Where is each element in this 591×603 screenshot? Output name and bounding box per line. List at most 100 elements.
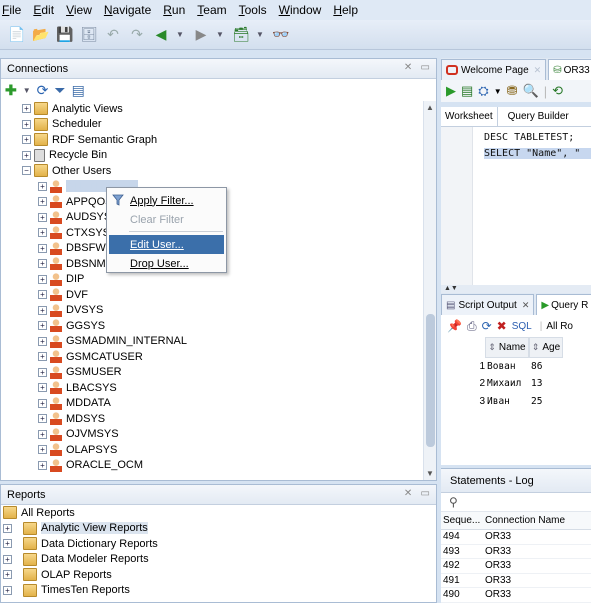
menu-team[interactable]: Team [197, 3, 226, 17]
open-icon[interactable]: 📂 [32, 26, 50, 44]
clear-filter-menu-item[interactable]: Clear Filter [107, 210, 226, 229]
expand-icon[interactable]: + [38, 305, 47, 315]
expand-icon[interactable]: + [38, 336, 47, 346]
close-icon[interactable]: ✕ [522, 300, 530, 311]
expand-icon[interactable]: + [3, 570, 12, 580]
table-row[interactable]: 2 Михаил 13 [441, 375, 563, 391]
report-item[interactable]: + Data Modeler Reports [1, 552, 436, 568]
table-row[interactable]: 3 Иван 25 [441, 393, 563, 409]
tab-worksheet[interactable]: Worksheet [441, 106, 498, 127]
user-item[interactable]: + GSMCATUSER [1, 349, 422, 365]
collapse-icon[interactable]: − [22, 166, 31, 176]
column-header-connection[interactable]: Connection Name [483, 515, 565, 526]
log-row[interactable]: 492 OR33 [441, 559, 591, 574]
expand-icon[interactable]: + [38, 352, 47, 362]
menu-run[interactable]: Run [163, 3, 185, 17]
user-item[interactable]: + DVSYS [1, 303, 422, 319]
sql-editor[interactable]: DESC TABLETEST; SELECT "Name", " [441, 127, 591, 285]
run-script-icon[interactable]: ▤ [461, 83, 473, 99]
sql-link[interactable]: SQL [512, 321, 532, 332]
report-item[interactable]: + Data Dictionary Reports [1, 536, 436, 552]
all-reports-item[interactable]: All Reports [1, 505, 436, 521]
expand-icon[interactable]: + [38, 212, 47, 222]
tree-item-recycle-bin[interactable]: + Recycle Bin [1, 148, 422, 164]
scroll-down-icon[interactable]: ▼ [426, 469, 434, 478]
menu-view[interactable]: View [66, 3, 92, 17]
scroll-thumb[interactable] [426, 314, 435, 447]
expand-icon[interactable]: + [38, 321, 47, 331]
sql-dropdown-icon[interactable]: ▼ [256, 26, 264, 44]
drop-user-menu-item[interactable]: Drop User... [107, 254, 226, 273]
user-item[interactable]: + OLAPSYS [1, 442, 422, 458]
menu-tools[interactable]: Tools [239, 3, 267, 17]
expand-icon[interactable]: + [38, 181, 47, 191]
commit-icon[interactable]: ⛭ [478, 83, 488, 99]
run-icon[interactable]: ▶ [446, 83, 456, 99]
expand-icon[interactable]: + [38, 429, 47, 439]
save-all-icon[interactable]: 🗄 [80, 26, 98, 44]
menu-help[interactable]: Help [333, 3, 358, 17]
tab-query-result[interactable]: ▶ Query R [536, 294, 591, 315]
expand-icon[interactable]: + [3, 539, 12, 549]
user-item[interactable]: + DIP [1, 272, 422, 288]
redo-icon[interactable]: ↷ [128, 26, 146, 44]
save-icon[interactable]: 💾 [56, 26, 74, 44]
refresh-icon[interactable]: ⟳ [37, 82, 49, 99]
expand-icon[interactable]: + [38, 259, 47, 269]
expand-icon[interactable]: + [38, 367, 47, 377]
user-item[interactable]: + ORACLE_OCM [1, 458, 422, 474]
tab-query-builder[interactable]: Query Builder [504, 107, 573, 127]
back-dropdown-icon[interactable]: ▼ [176, 26, 184, 44]
expand-icon[interactable]: + [38, 414, 47, 424]
search-icon[interactable]: ⚲ [441, 493, 591, 512]
tab-or33[interactable]: ⛁ OR33 [548, 59, 591, 80]
user-item[interactable]: + GSMUSER [1, 365, 422, 381]
connections-scrollbar[interactable]: ▲ ▼ [423, 101, 436, 480]
expand-icon[interactable]: + [3, 585, 12, 595]
close-icon[interactable]: ✕ [534, 65, 542, 76]
sql-worksheet-icon[interactable]: 🗃 [232, 26, 250, 44]
tab-script-output[interactable]: ▤ Script Output ✕ [441, 294, 535, 315]
scroll-up-icon[interactable]: ▲ [426, 103, 434, 112]
menu-file[interactable]: File [2, 3, 21, 17]
edit-user-menu-item[interactable]: Edit User... [109, 235, 224, 254]
expand-icon[interactable]: + [38, 243, 47, 253]
binoculars-icon[interactable]: 👓 [272, 26, 290, 44]
expand-icon[interactable]: + [38, 197, 47, 207]
expand-icon[interactable]: + [38, 398, 47, 408]
explain-plan-icon[interactable]: 🔍 [523, 83, 539, 99]
log-row[interactable]: 490 OR33 [441, 588, 591, 603]
expand-icon[interactable]: + [22, 135, 31, 145]
tree-item-scheduler[interactable]: + Scheduler [1, 117, 422, 133]
expand-icon[interactable]: + [3, 554, 12, 564]
expand-icon[interactable]: + [38, 228, 47, 238]
report-item[interactable]: + Analytic View Reports [1, 521, 436, 537]
menu-navigate[interactable]: Navigate [104, 3, 151, 17]
forward-dropdown-icon[interactable]: ▼ [216, 26, 224, 44]
expand-icon[interactable]: + [38, 290, 47, 300]
user-item[interactable]: + MDDATA [1, 396, 422, 412]
user-item[interactable]: + MDSYS [1, 411, 422, 427]
expand-icon[interactable]: + [22, 150, 31, 160]
tree-item-analytic-views[interactable]: + Analytic Views [1, 101, 422, 117]
tree-item-rdf-semantic-graph[interactable]: + RDF Semantic Graph [1, 132, 422, 148]
splitter-handle[interactable]: ▲▼ [441, 285, 591, 293]
tree-item-other-users[interactable]: − Other Users [1, 163, 422, 179]
user-item[interactable]: + DVF [1, 287, 422, 303]
column-header-sequence[interactable]: Seque... [441, 515, 483, 526]
rollback-icon[interactable]: ⛃ [507, 83, 518, 99]
clear-icon[interactable]: ✖ [497, 319, 507, 333]
user-item[interactable]: + GSMADMIN_INTERNAL [1, 334, 422, 350]
forward-icon[interactable]: ▶ [192, 26, 210, 44]
column-header-name[interactable]: ⇕ Name [485, 337, 529, 358]
expand-icon[interactable]: + [38, 274, 47, 284]
log-row[interactable]: 494 OR33 [441, 530, 591, 545]
panel-controls-icon[interactable]: ✕ ▭ [404, 488, 430, 499]
table-row[interactable]: 1 Вован 86 [441, 358, 563, 374]
tab-welcome-page[interactable]: Welcome Page ✕ [441, 59, 547, 80]
print-icon[interactable]: ⎙ [467, 319, 477, 334]
dropdown-icon[interactable]: ▼ [494, 87, 502, 96]
apply-filter-menu-item[interactable]: Apply Filter... [107, 191, 226, 210]
log-row[interactable]: 491 OR33 [441, 574, 591, 588]
report-item[interactable]: + TimesTen Reports [1, 583, 436, 599]
